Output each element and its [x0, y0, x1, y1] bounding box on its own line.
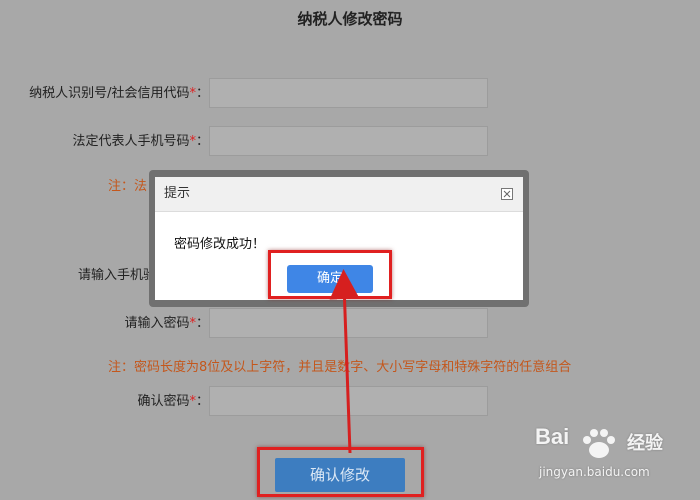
watermark-brand-suffix: 经验 — [627, 433, 663, 454]
baidu-jingyan-watermark: Bai 经验 jingyan.baidu.com — [535, 424, 695, 490]
watermark-url: jingyan.baidu.com — [539, 465, 650, 479]
watermark-brand: Bai — [535, 424, 570, 449]
paw-icon — [583, 429, 615, 458]
